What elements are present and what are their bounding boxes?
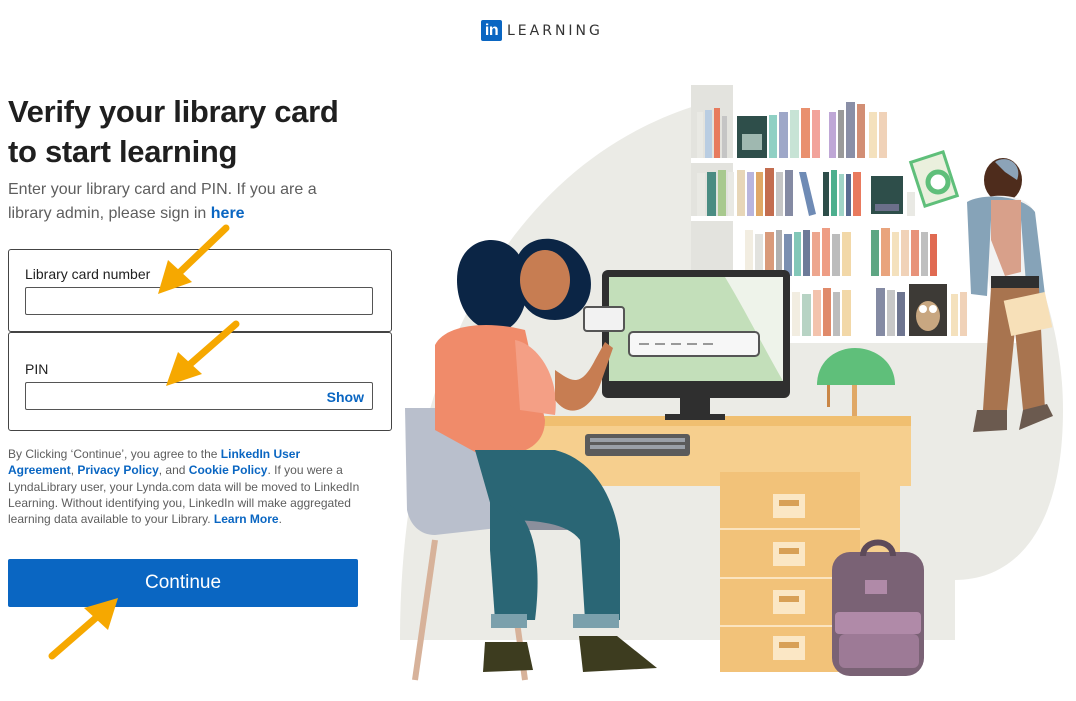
- learning-wordmark: LEARNING: [507, 22, 603, 39]
- pin-label: PIN: [25, 361, 49, 377]
- privacy-policy-link[interactable]: Privacy Policy: [77, 463, 158, 477]
- admin-sign-in-link[interactable]: here: [211, 205, 245, 222]
- library-illustration: [400, 85, 1063, 681]
- legal-notice: By Clicking ‘Continue’, you agree to the…: [8, 446, 364, 527]
- arrow-annotation-card: [158, 224, 230, 294]
- linkedin-logo-icon: in: [481, 20, 502, 41]
- learn-more-link[interactable]: Learn More: [214, 512, 279, 526]
- arrow-annotation-continue: [48, 598, 118, 660]
- cookie-policy-link[interactable]: Cookie Policy: [189, 463, 268, 477]
- page-subtitle: Enter your library card and PIN. If you …: [8, 178, 338, 226]
- linkedin-learning-logo: in LEARNING: [481, 20, 603, 41]
- page-title: Verify your library card to start learni…: [8, 94, 339, 169]
- library-card-label: Library card number: [25, 266, 151, 282]
- legal-text-1: By Clicking ‘Continue’, you agree to the: [8, 447, 221, 461]
- show-pin-button[interactable]: Show: [327, 389, 364, 405]
- subtitle-text: Enter your library card and PIN. If you …: [8, 181, 317, 222]
- legal-text-5: .: [278, 512, 282, 527]
- arrow-annotation-pin: [166, 320, 240, 386]
- legal-text-3: , and: [158, 463, 189, 478]
